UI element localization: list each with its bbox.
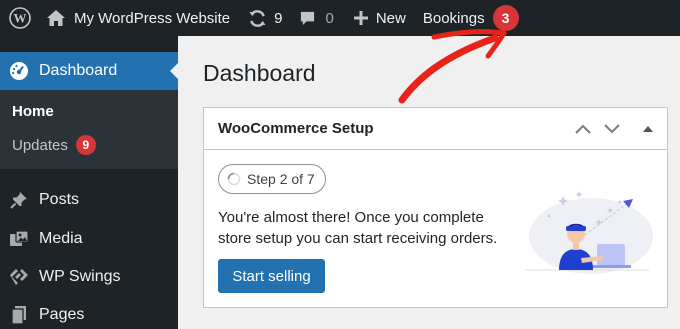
sidebar-item-posts[interactable]: Posts — [0, 181, 178, 219]
move-down-icon[interactable] — [603, 120, 621, 138]
updates-menu[interactable]: 9 — [248, 0, 283, 36]
active-menu-notch — [170, 63, 178, 79]
move-up-icon[interactable] — [574, 120, 592, 138]
pages-icon — [8, 304, 30, 326]
sidebar-item-dashboard[interactable]: Dashboard — [0, 52, 178, 90]
page-title: Dashboard — [203, 60, 316, 86]
sidebar-item-label: Pages — [39, 306, 85, 323]
sidebar-item-label: Dashboard — [39, 62, 118, 79]
step-label: Step 2 of 7 — [247, 171, 315, 187]
svg-text:W: W — [14, 11, 27, 26]
updates-icon — [249, 9, 266, 27]
wpswings-icon — [8, 266, 30, 288]
sidebar-item-pages[interactable]: Pages — [0, 296, 178, 329]
annotation-arrow-icon — [398, 29, 507, 104]
pin-icon — [8, 189, 30, 211]
sidebar-item-label: Posts — [39, 191, 80, 208]
submenu-item-updates[interactable]: Updates 9 — [12, 135, 96, 155]
sidebar-item-media[interactable]: Media — [0, 220, 178, 258]
sidebar-item-wp-swings[interactable]: WP Swings — [0, 258, 178, 296]
setup-illustration — [525, 191, 653, 274]
admin-sidebar: Dashboard Home Updates 9 Posts Media WP … — [0, 36, 178, 329]
comments-menu[interactable]: 0 — [299, 0, 334, 36]
plus-icon — [353, 11, 368, 25]
panel-title: WooCommerce Setup — [218, 120, 374, 137]
dashboard-gauge-icon — [10, 62, 28, 80]
dashboard-submenu: Home Updates 9 — [0, 90, 178, 169]
wordpress-logo-icon[interactable]: W — [2, 0, 38, 36]
sidebar-item-label: Media — [39, 230, 83, 247]
collapse-toggle-icon[interactable] — [639, 120, 657, 138]
panel-header: WooCommerce Setup — [204, 108, 667, 150]
sidebar-item-label: WP Swings — [39, 268, 121, 285]
submenu-item-home[interactable]: Home — [12, 103, 54, 120]
media-icon — [8, 228, 30, 250]
comments-count: 0 — [325, 9, 334, 27]
woocommerce-setup-panel: WooCommerce Setup Step 2 of 7 You're alm… — [203, 107, 668, 308]
updates-count: 9 — [274, 9, 283, 27]
step-progress-pill: Step 2 of 7 — [218, 164, 326, 194]
home-icon — [47, 10, 65, 26]
progress-ring-icon — [227, 172, 241, 186]
site-name-menu[interactable]: My WordPress Website — [46, 0, 230, 36]
submenu-updates-label: Updates — [12, 136, 68, 154]
site-name-label: My WordPress Website — [74, 9, 231, 27]
start-selling-button[interactable]: Start selling — [218, 259, 325, 293]
updates-badge: 9 — [75, 135, 96, 155]
admin-bar: W My WordPress Website 9 0 New Bookings … — [0, 0, 680, 36]
comment-icon — [300, 11, 314, 25]
setup-message: You're almost there! Once you complete s… — [218, 209, 498, 247]
